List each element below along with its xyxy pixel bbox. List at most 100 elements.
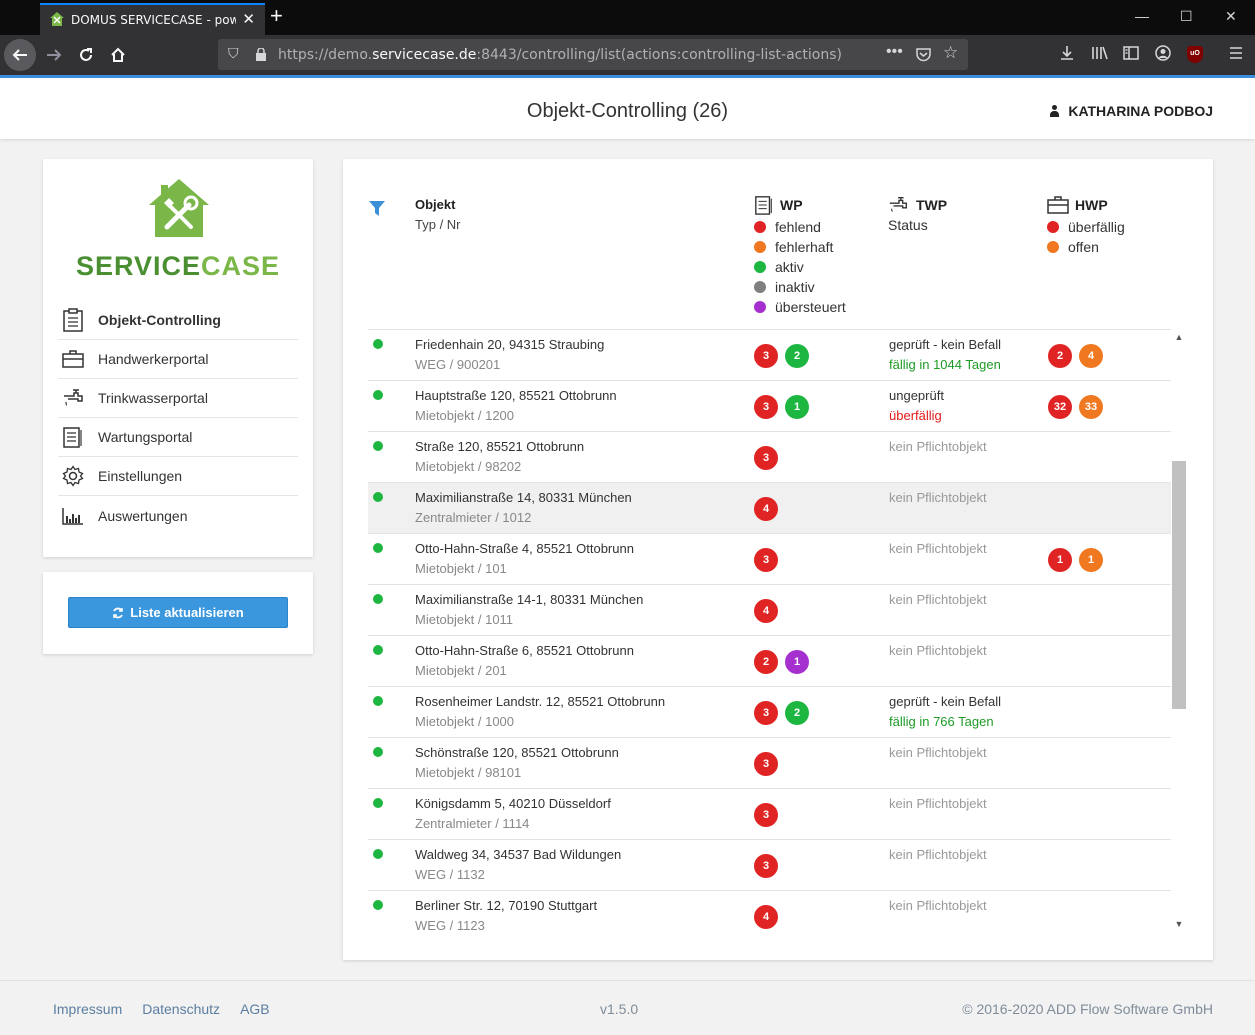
table-row[interactable]: Maximilianstraße 14, 80331 München Zentra… xyxy=(368,482,1171,533)
filter-icon[interactable] xyxy=(369,201,385,216)
wp-count-badge[interactable]: 4 xyxy=(754,497,778,521)
sidebar-item-trinkwasserportal[interactable]: Trinkwasserportal xyxy=(58,379,298,418)
table-row[interactable]: Rosenheimer Landstr. 12, 85521 Ottobrunn… xyxy=(368,686,1171,737)
wp-count-badge[interactable]: 3 xyxy=(754,701,778,725)
wp-count-badge[interactable]: 3 xyxy=(754,548,778,572)
hwp-count-badge[interactable]: 32 xyxy=(1048,395,1072,419)
table-row[interactable]: Otto-Hahn-Straße 6, 85521 Ottobrunn Mieto… xyxy=(368,635,1171,686)
tab-close-icon[interactable]: ✕ xyxy=(242,10,255,28)
wp-count-badge[interactable]: 3 xyxy=(754,752,778,776)
object-address[interactable]: Friedenhain 20, 94315 Straubing xyxy=(415,337,604,352)
wp-count-badge[interactable]: 2 xyxy=(785,701,809,725)
object-type-number: Mietobjekt / 98101 xyxy=(415,765,522,780)
column-header-twp[interactable]: TWP Status xyxy=(888,195,947,233)
shield-icon[interactable]: ⛉ xyxy=(228,45,239,62)
table-row[interactable]: Hauptstraße 120, 85521 Ottobrunn Mietobje… xyxy=(368,380,1171,431)
back-icon[interactable] xyxy=(4,39,36,71)
sidebar-item-handwerkerportal[interactable]: Handwerkerportal xyxy=(58,340,298,379)
wp-count-badge[interactable]: 3 xyxy=(754,854,778,878)
user-menu[interactable]: KATHARINA PODBOJ xyxy=(1049,103,1213,119)
sidebar-item-objekt-controlling[interactable]: Objekt-Controlling xyxy=(58,301,298,340)
ublock-icon[interactable]: uO xyxy=(1187,46,1203,63)
scroll-up-icon[interactable]: ▲ xyxy=(1171,332,1187,346)
refresh-list-button[interactable]: Liste aktualisieren xyxy=(68,597,288,628)
wp-badges: 32 xyxy=(754,344,809,368)
hwp-count-badge[interactable]: 2 xyxy=(1048,344,1072,368)
column-header-objekt[interactable]: Objekt Typ / Nr xyxy=(415,197,461,232)
hwp-count-badge[interactable]: 4 xyxy=(1079,344,1103,368)
wp-count-badge[interactable]: 2 xyxy=(785,344,809,368)
lock-icon[interactable] xyxy=(255,48,267,61)
window-close-icon[interactable]: ✕ xyxy=(1225,8,1237,25)
new-tab-icon[interactable]: + xyxy=(270,3,283,29)
download-icon[interactable] xyxy=(1059,45,1075,61)
hwp-count-badge[interactable]: 33 xyxy=(1079,395,1103,419)
object-status-dot xyxy=(373,849,383,859)
star-icon[interactable]: ☆ xyxy=(943,43,958,63)
wp-count-badge[interactable]: 3 xyxy=(754,803,778,827)
twp-status: ungeprüft xyxy=(889,388,944,403)
object-address[interactable]: Berliner Str. 12, 70190 Stuttgart xyxy=(415,898,597,913)
wp-count-badge[interactable]: 1 xyxy=(785,650,809,674)
agb-link[interactable]: AGB xyxy=(240,1001,270,1017)
table-row[interactable]: Schönstraße 120, 85521 Ottobrunn Mietobje… xyxy=(368,737,1171,788)
wp-count-badge[interactable]: 2 xyxy=(754,650,778,674)
url-text[interactable]: https://demo.servicecase.de:8443/control… xyxy=(278,47,842,63)
pocket-icon[interactable] xyxy=(916,47,931,62)
sidebar-icon[interactable] xyxy=(1123,45,1139,61)
more-icon[interactable]: ••• xyxy=(886,43,903,61)
column-header-hwp[interactable]: HWP überfällig offen xyxy=(1047,195,1125,257)
wp-count-badge[interactable]: 1 xyxy=(785,395,809,419)
object-address[interactable]: Schönstraße 120, 85521 Ottobrunn xyxy=(415,745,619,760)
status-dot xyxy=(1047,241,1059,253)
wp-count-badge[interactable]: 4 xyxy=(754,599,778,623)
library-icon[interactable] xyxy=(1091,45,1109,61)
scrollbar-thumb[interactable] xyxy=(1172,461,1186,709)
table-row[interactable]: Maximilianstraße 14-1, 80331 München Miet… xyxy=(368,584,1171,635)
forward-icon[interactable] xyxy=(38,39,70,71)
datenschutz-link[interactable]: Datenschutz xyxy=(142,1001,220,1017)
object-address[interactable]: Hauptstraße 120, 85521 Ottobrunn xyxy=(415,388,617,403)
wp-count-badge[interactable]: 3 xyxy=(754,344,778,368)
object-address[interactable]: Straße 120, 85521 Ottobrunn xyxy=(415,439,584,454)
object-address[interactable]: Otto-Hahn-Straße 4, 85521 Ottobrunn xyxy=(415,541,634,556)
wp-count-badge[interactable]: 4 xyxy=(754,905,778,929)
hwp-count-badge[interactable]: 1 xyxy=(1079,548,1103,572)
minimize-icon[interactable]: ― xyxy=(1135,8,1149,24)
wp-badges: 3 xyxy=(754,854,778,878)
object-address[interactable]: Maximilianstraße 14-1, 80331 München xyxy=(415,592,643,607)
home-icon[interactable] xyxy=(102,39,134,71)
hwp-count-badge[interactable]: 1 xyxy=(1048,548,1072,572)
impressum-link[interactable]: Impressum xyxy=(53,1001,122,1017)
footer-links: Impressum Datenschutz AGB xyxy=(53,1001,270,1017)
sidebar-item-wartungsportal[interactable]: Wartungsportal xyxy=(58,418,298,457)
column-header-wp[interactable]: WP fehlend fehlerhaft aktiv inaktiv übersteu… xyxy=(754,195,846,317)
table-row[interactable]: Berliner Str. 12, 70190 Stuttgart WEG / 1… xyxy=(368,890,1171,935)
sidebar-item-einstellungen[interactable]: Einstellungen xyxy=(58,457,298,496)
table-row[interactable]: Königsdamm 5, 40210 Düsseldorf Zentralmie… xyxy=(368,788,1171,839)
object-address[interactable]: Rosenheimer Landstr. 12, 85521 Ottobrunn xyxy=(415,694,665,709)
maximize-icon[interactable]: ☐ xyxy=(1180,8,1193,25)
table-row[interactable]: Otto-Hahn-Straße 4, 85521 Ottobrunn Mieto… xyxy=(368,533,1171,584)
browser-tab[interactable]: DOMUS SERVICECASE - powered ✕ xyxy=(40,3,265,35)
account-icon[interactable] xyxy=(1155,45,1171,61)
sidebar-item-auswertungen[interactable]: Auswertungen xyxy=(58,496,298,535)
menu-icon[interactable] xyxy=(1228,45,1244,61)
status-dot xyxy=(754,281,766,293)
reload-icon[interactable] xyxy=(70,39,102,71)
object-address[interactable]: Waldweg 34, 34537 Bad Wildungen xyxy=(415,847,621,862)
list-scrollbar[interactable]: ▲ ▼ xyxy=(1171,329,1187,935)
table-row[interactable]: Waldweg 34, 34537 Bad Wildungen WEG / 113… xyxy=(368,839,1171,890)
scroll-down-icon[interactable]: ▼ xyxy=(1171,919,1187,933)
object-address[interactable]: Otto-Hahn-Straße 6, 85521 Ottobrunn xyxy=(415,643,634,658)
object-status-dot xyxy=(373,339,383,349)
object-status-dot xyxy=(373,543,383,553)
table-row[interactable]: Straße 120, 85521 Ottobrunn Mietobjekt / … xyxy=(368,431,1171,482)
url-bar[interactable]: ⛉ https://demo.servicecase.de:8443/contr… xyxy=(218,39,968,70)
object-address[interactable]: Maximilianstraße 14, 80331 München xyxy=(415,490,632,505)
object-address[interactable]: Königsdamm 5, 40210 Düsseldorf xyxy=(415,796,611,811)
wp-count-badge[interactable]: 3 xyxy=(754,395,778,419)
wp-count-badge[interactable]: 3 xyxy=(754,446,778,470)
table-row[interactable]: Friedenhain 20, 94315 Straubing WEG / 900… xyxy=(368,329,1171,380)
legend-label: überfällig xyxy=(1068,219,1125,235)
